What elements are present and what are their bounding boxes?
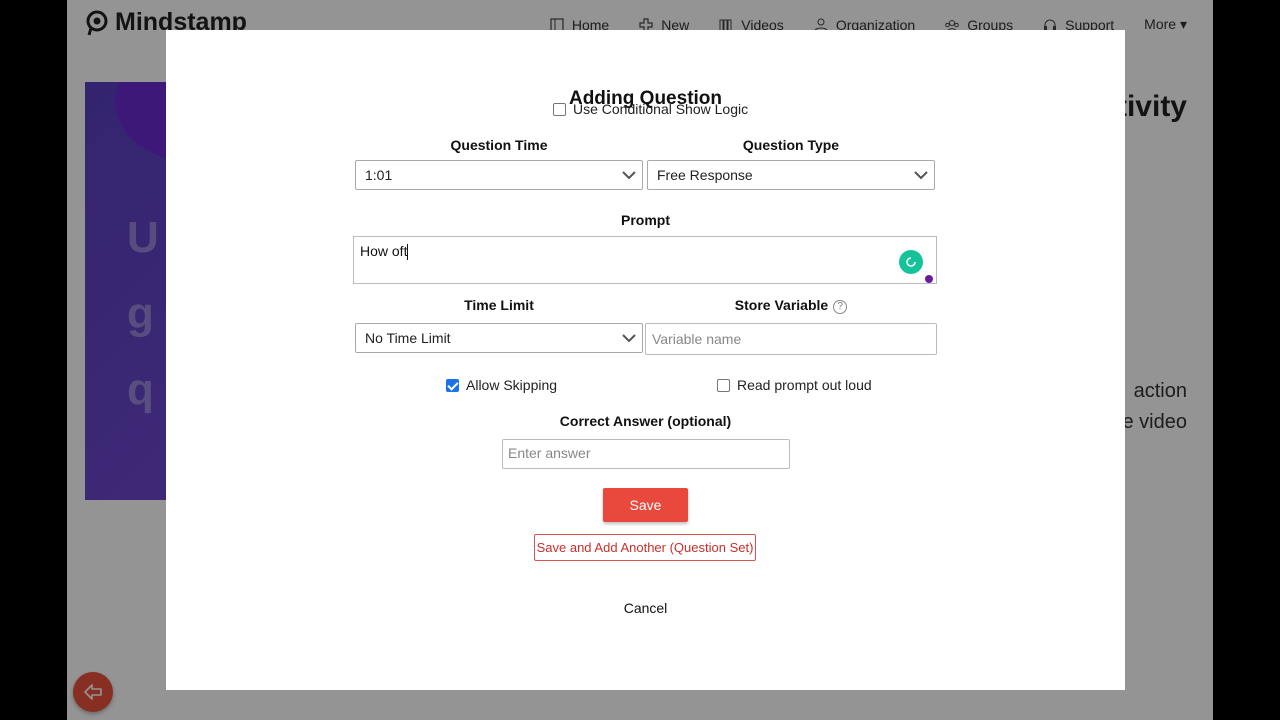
conditional-logic-checkbox[interactable] xyxy=(553,102,566,116)
question-type-label: Question Type xyxy=(742,137,840,153)
read-prompt-row[interactable]: Read prompt out loud xyxy=(717,377,872,393)
conditional-logic-row[interactable]: Use Conditional Show Logic xyxy=(553,101,748,117)
variable-name-input[interactable]: Variable name xyxy=(645,323,937,355)
refresh-icon xyxy=(906,257,916,267)
store-variable-label: Store Variable xyxy=(734,297,829,313)
question-type-select[interactable]: Free Response xyxy=(647,160,935,190)
prompt-textarea[interactable]: How oft xyxy=(353,236,937,284)
time-limit-value: No Time Limit xyxy=(365,330,451,346)
allow-skipping-label: Allow Skipping xyxy=(466,377,558,393)
time-limit-select[interactable]: No Time Limit xyxy=(355,323,643,353)
question-time-select[interactable]: 1:01 xyxy=(355,160,643,190)
question-type-value: Free Response xyxy=(657,167,753,183)
resize-handle[interactable] xyxy=(925,275,933,283)
read-prompt-checkbox[interactable] xyxy=(717,378,730,392)
text-caret xyxy=(407,244,409,261)
question-time-label: Question Time xyxy=(450,137,548,153)
conditional-logic-label: Use Conditional Show Logic xyxy=(573,101,749,117)
store-variable-label-row: Store Variable? xyxy=(645,297,937,314)
answer-placeholder: Enter answer xyxy=(508,445,591,461)
chevron-down-icon xyxy=(622,171,636,180)
allow-skipping-row[interactable]: Allow Skipping xyxy=(446,377,557,393)
variable-name-placeholder: Variable name xyxy=(652,331,742,347)
chevron-down-icon xyxy=(914,171,928,180)
adding-question-modal: Adding Question Use Conditional Show Log… xyxy=(166,30,1125,690)
help-icon[interactable]: ? xyxy=(833,300,848,314)
correct-answer-label: Correct Answer (optional) xyxy=(559,413,732,429)
read-prompt-label: Read prompt out loud xyxy=(737,377,872,393)
question-time-value: 1:01 xyxy=(365,167,393,183)
cancel-button[interactable]: Cancel xyxy=(166,600,1125,616)
save-and-add-another-button[interactable]: Save and Add Another (Question Set) xyxy=(534,534,756,561)
prompt-label: Prompt xyxy=(621,212,670,228)
save-button[interactable]: Save xyxy=(603,488,688,522)
time-limit-label: Time Limit xyxy=(464,297,534,313)
prompt-text: How oft xyxy=(360,243,408,259)
allow-skipping-checkbox[interactable] xyxy=(446,378,459,392)
grammarly-icon[interactable] xyxy=(899,250,923,274)
chevron-down-icon xyxy=(622,334,636,343)
correct-answer-input[interactable]: Enter answer xyxy=(502,439,790,469)
